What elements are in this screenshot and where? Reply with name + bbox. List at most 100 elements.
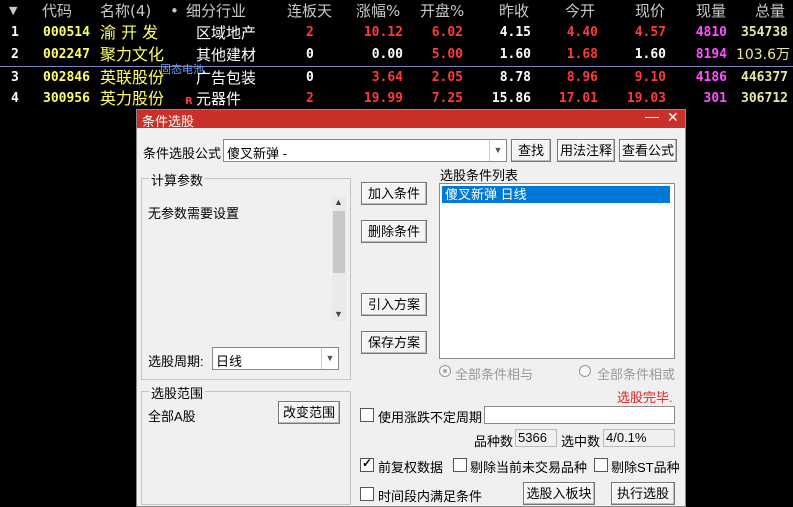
table-row[interactable]: 1 000514 渝 开 发 区域地产 2 10.12 6.02 4.15 4.… (0, 22, 793, 44)
stock-name: 英联股份 (100, 68, 165, 87)
params-text: 无参数需要设置 (148, 206, 240, 221)
col-code[interactable]: 代码 (42, 0, 72, 22)
col-zuoshou[interactable]: 昨收 (499, 0, 529, 22)
params-scrollbar[interactable]: ▲ ▼ (332, 197, 346, 321)
zongliang: 103.6万 (735, 47, 790, 63)
close-icon[interactable]: ✕ (667, 109, 679, 126)
period-value: 日线 (216, 354, 243, 369)
col-xianjia[interactable]: 现价 (635, 0, 665, 22)
exclude-st-checkbox[interactable] (594, 458, 608, 472)
formula-value: 傻叉新弹 - (227, 146, 287, 161)
table-row[interactable]: 4 300956 英力股份 R 元器件 2 19.99 7.25 15.86 1… (0, 88, 793, 110)
exclude-untraded-checkbox[interactable] (453, 458, 467, 472)
stock-code: 300956 (43, 91, 90, 106)
save-plan-button[interactable]: 保存方案 (361, 331, 427, 354)
stock-table: ▼ 代码 名称(4) • 细分行业 连板天 涨幅% 开盘% 昨收 今开 现价 现… (0, 0, 793, 110)
selected-label: 选中数 (561, 434, 601, 449)
table-row[interactable]: 3 002846 英联股份 固态电池 广告包装 0 3.64 2.05 8.78… (0, 63, 793, 88)
formula-select[interactable]: 傻叉新弹 - ▼ (223, 139, 507, 162)
zuoshou: 1.60 (499, 47, 531, 62)
radio-or[interactable] (579, 365, 591, 377)
radio-or-label: 全部条件相或 (597, 367, 676, 382)
fq-checkbox[interactable] (360, 456, 374, 472)
dialog-titlebar[interactable]: 条件选股 — ✕ (137, 108, 685, 129)
dialog-title: 条件选股 (142, 114, 195, 129)
period-input[interactable] (484, 406, 675, 424)
exclude-st-label: 剔除ST品种 (611, 460, 680, 475)
radio-and-label: 全部条件相与 (455, 367, 534, 382)
zuoshou: 4.15 (499, 25, 531, 40)
col-name[interactable]: 名称(4) (100, 0, 151, 22)
run-selection-button[interactable]: 执行选股 (611, 482, 675, 505)
stock-code: 002247 (43, 47, 90, 62)
zongliang: 446377 (741, 70, 788, 85)
zongliang: 354738 (741, 25, 788, 40)
scroll-down-icon[interactable]: ▼ (334, 309, 343, 319)
xianjia: 19.03 (626, 91, 666, 106)
chevron-down-icon[interactable]: ▼ (321, 348, 338, 369)
zhangfu-pct: 0.00 (371, 47, 403, 62)
lianban-days: 2 (306, 91, 314, 106)
col-xianliang[interactable]: 现量 (696, 0, 726, 22)
selected-value: 4/0.1% (606, 430, 647, 445)
count-value: 5366 (518, 430, 547, 445)
add-to-block-button[interactable]: 选股入板块 (523, 482, 595, 505)
jinkai: 17.01 (558, 91, 598, 106)
col-kaipan[interactable]: 开盘% (420, 0, 464, 22)
zuoshou: 8.78 (499, 70, 531, 85)
lianban-days: 0 (306, 70, 314, 85)
sort-arrow-icon[interactable]: ▼ (9, 0, 17, 22)
params-group: 计算参数 无参数需要设置 ▲ ▼ 选股周期: 日线 ▼ (141, 170, 351, 380)
exclude-untraded-label: 剔除当前未交易品种 (470, 460, 588, 475)
change-range-button[interactable]: 改变范围 (278, 401, 340, 424)
delete-condition-button[interactable]: 删除条件 (361, 220, 427, 243)
scroll-up-icon[interactable]: ▲ (334, 197, 343, 207)
use-period-checkbox[interactable] (360, 408, 374, 422)
row-index: 1 (11, 25, 19, 40)
col-jinkai[interactable]: 今开 (565, 0, 595, 22)
xianjia: 9.10 (634, 70, 666, 85)
minimize-icon[interactable]: — (645, 108, 659, 124)
view-formula-button[interactable]: 查看公式 (619, 139, 677, 162)
xianliang: 4810 (695, 25, 727, 40)
condition-list-label: 选股条件列表 (440, 168, 519, 183)
col-lianban[interactable]: 连板天 (287, 0, 332, 22)
radio-and[interactable] (439, 365, 451, 377)
kaipan-pct: 5.00 (431, 47, 463, 62)
zhangfu-pct: 3.64 (371, 70, 403, 85)
zuoshou: 15.86 (491, 91, 531, 106)
industry: 元器件 (196, 90, 242, 108)
chevron-down-icon[interactable]: ▼ (489, 140, 506, 161)
stock-code: 000514 (43, 25, 90, 40)
xianliang: 8194 (695, 47, 727, 62)
period-select[interactable]: 日线 ▼ (212, 347, 339, 370)
condition-list[interactable]: 傻叉新弹 日线 (439, 183, 675, 359)
range-value: 全部A股 (148, 409, 196, 424)
xianjia: 4.57 (634, 25, 666, 40)
col-dot: • (170, 2, 179, 20)
col-zhangfu[interactable]: 涨幅% (356, 0, 400, 22)
industry: 广告包装 (196, 69, 257, 87)
col-zongliang[interactable]: 总量 (755, 0, 785, 22)
use-period-label: 使用涨跌不定周期 (378, 410, 483, 425)
table-row[interactable]: 2 002247 聚力文化 其他建材 0 0.00 5.00 1.60 1.68… (0, 44, 793, 66)
time-range-checkbox[interactable] (360, 487, 374, 501)
row-index: 2 (11, 47, 19, 62)
add-condition-button[interactable]: 加入条件 (361, 182, 427, 205)
list-item[interactable]: 傻叉新弹 日线 (442, 186, 670, 203)
period-label: 选股周期: (148, 354, 204, 369)
kaipan-pct: 6.02 (431, 25, 463, 40)
stock-filter-dialog: 条件选股 — ✕ 条件选股公式 傻叉新弹 - ▼ 查找 用法注释 查看公式 计算… (136, 108, 686, 507)
jinkai: 1.68 (566, 47, 598, 62)
usage-notes-button[interactable]: 用法注释 (557, 139, 615, 162)
lianban-days: 2 (306, 25, 314, 40)
col-industry[interactable]: 细分行业 (186, 0, 246, 22)
zongliang: 306712 (741, 91, 788, 106)
range-group: 选股范围 全部A股 改变范围 (141, 383, 351, 505)
kaipan-pct: 7.25 (431, 91, 463, 106)
scroll-thumb[interactable] (333, 211, 345, 273)
formula-label: 条件选股公式 (143, 146, 222, 161)
find-button[interactable]: 查找 (511, 139, 551, 162)
import-plan-button[interactable]: 引入方案 (361, 293, 427, 316)
kaipan-pct: 2.05 (431, 70, 463, 85)
